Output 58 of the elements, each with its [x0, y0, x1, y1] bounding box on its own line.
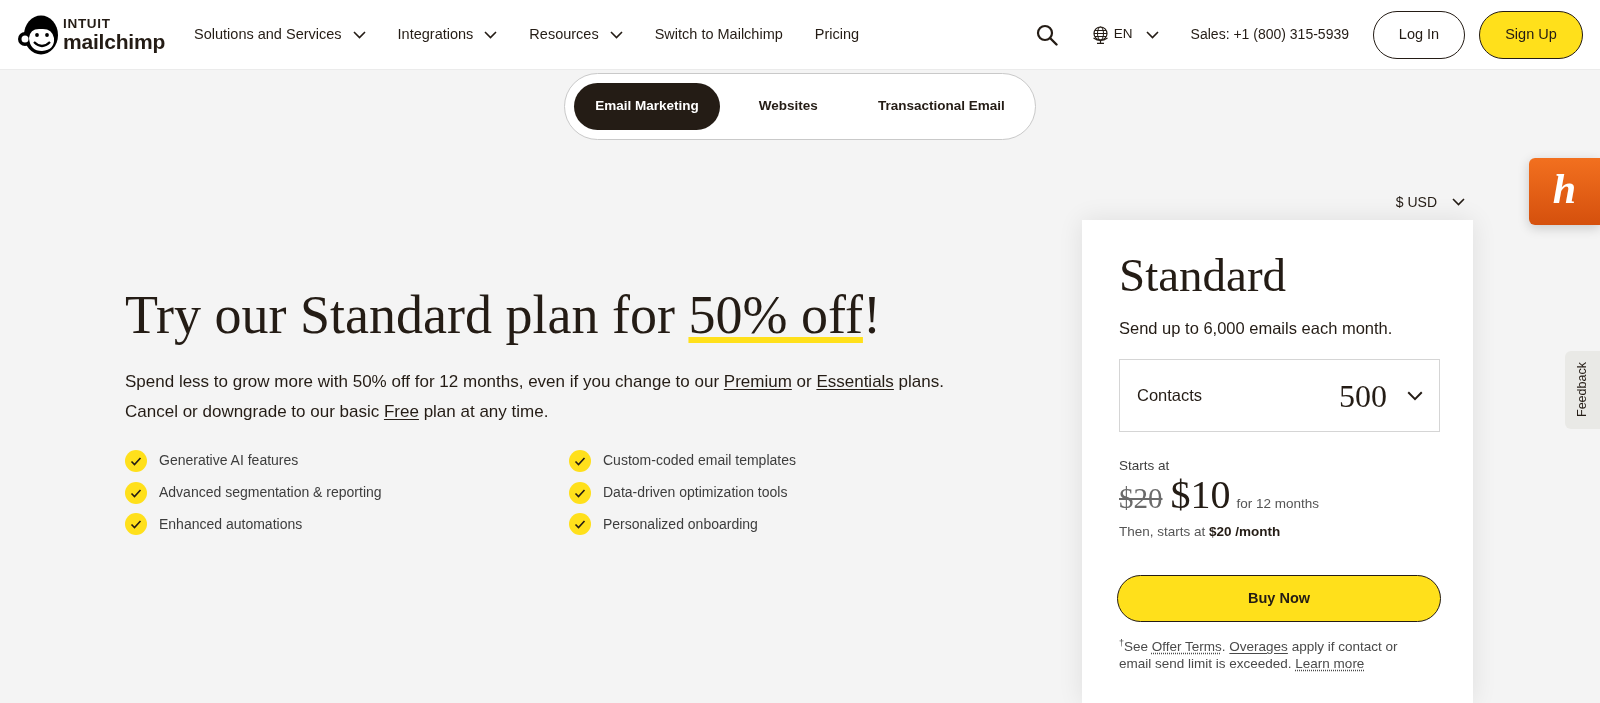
- original-price: $20: [1119, 481, 1163, 516]
- language-selector[interactable]: EN: [1091, 24, 1159, 45]
- contacts-select[interactable]: Contacts 500: [1119, 359, 1440, 432]
- feedback-tab[interactable]: Feedback: [1565, 351, 1600, 429]
- brand-company-text: INTUIT: [63, 17, 112, 31]
- sales-phone-text: Sales: +1 (800) 315-5939: [1190, 25, 1349, 44]
- feature-text: Enhanced automations: [159, 514, 303, 534]
- starts-at-text: Starts at: [1119, 457, 1171, 475]
- currency-selector[interactable]: $ USD: [1395, 193, 1465, 211]
- chevron-down-icon: [484, 30, 498, 39]
- globe-icon: [1091, 25, 1109, 44]
- footnote-link[interactable]: Learn more: [1295, 656, 1365, 671]
- brand-name-text: mailchimp: [63, 31, 166, 52]
- price-term-text: for 12 months: [1236, 495, 1320, 513]
- search-icon[interactable]: [1035, 23, 1058, 46]
- product-tab[interactable]: Transactional Email: [856, 83, 1026, 130]
- check-icon: [125, 449, 147, 472]
- buy-now-button[interactable]: Buy Now: [1117, 575, 1441, 622]
- product-tab[interactable]: Websites: [737, 83, 839, 130]
- nav-menu-item[interactable]: Solutions and Services: [194, 23, 366, 46]
- nav-menu-item[interactable]: Switch to Mailchimp: [654, 23, 783, 46]
- chevron-down-icon: [1407, 390, 1423, 401]
- chevron-down-icon: [1145, 30, 1159, 39]
- feature-text: Generative AI features: [159, 451, 299, 471]
- login-button[interactable]: Log In: [1373, 10, 1465, 59]
- contacts-label: Contacts: [1137, 385, 1203, 407]
- nav-menu-item[interactable]: Resources: [529, 23, 623, 46]
- hero-description: Spend less to grow more with 50% off for 12 months, even if you change to our Premium or Essentials plans.: [125, 371, 945, 393]
- signup-button[interactable]: Sign Up: [1479, 10, 1583, 59]
- nav-menu-item[interactable]: Pricing: [814, 23, 860, 46]
- contacts-value: 500: [1339, 376, 1387, 416]
- feature-text: Data-driven optimization tools: [603, 483, 788, 503]
- hero-description: Cancel or downgrade to our basic Free plan at any time.: [125, 400, 550, 423]
- feature-text: Custom-coded email templates: [603, 451, 796, 471]
- chevron-down-icon: [1452, 198, 1465, 206]
- chevron-down-icon: [352, 30, 366, 39]
- plan-link[interactable]: Essentials: [816, 372, 894, 391]
- plan-link[interactable]: Free: [383, 401, 419, 421]
- monkey-logo-icon[interactable]: [17, 14, 59, 55]
- footnote-text: $^{†}$See Offer Terms. Overages apply if contact or email send limit is exceeded. Learn more: [1119, 638, 1399, 672]
- feature-text: Personalized onboarding: [603, 514, 758, 534]
- check-icon: [569, 449, 591, 472]
- product-tab[interactable]: Email Marketing: [574, 83, 720, 130]
- renewal-price-text: Then, starts at $20 /month: [1119, 523, 1282, 541]
- check-icon: [569, 513, 591, 536]
- feature-text: Advanced segmentation & reporting: [159, 483, 382, 503]
- discount-price: $10: [1170, 475, 1231, 515]
- check-icon: [569, 481, 591, 504]
- check-icon: [125, 481, 147, 504]
- plan-description: Send up to 6,000 emails each month.: [1119, 318, 1394, 339]
- chevron-down-icon: [609, 30, 623, 39]
- footnote-link[interactable]: Overages: [1229, 639, 1288, 654]
- plan-link[interactable]: Premium: [723, 372, 792, 391]
- check-icon: [125, 513, 147, 536]
- nav-menu-item[interactable]: Integrations: [397, 23, 498, 46]
- plan-name: Standard: [1119, 249, 1288, 301]
- footnote-link[interactable]: Offer Terms: [1151, 639, 1222, 654]
- hero-heading: Try our Standard plan for 50% off!: [125, 284, 882, 346]
